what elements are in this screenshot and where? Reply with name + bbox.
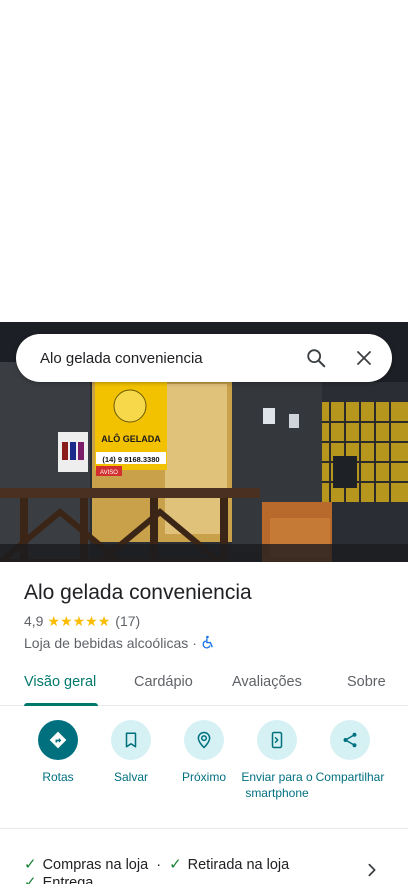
sign-title: ALÔ GELADA: [101, 433, 161, 444]
star-icon: ★: [47, 613, 61, 629]
star-icon: ★: [85, 613, 98, 629]
divider: [0, 828, 408, 829]
check-icon: ✓: [24, 856, 37, 873]
share-icon: [330, 720, 370, 760]
service-options[interactable]: ✓ Compras na loja · ✓ Retirada na loja ✓ En…: [24, 856, 364, 884]
review-count: (17): [115, 613, 141, 629]
search-input[interactable]: Alo gelada conveniencia: [40, 350, 280, 367]
star-icon: ★: [97, 613, 111, 629]
wheelchair-icon: [201, 635, 215, 652]
directions-label: Rotas: [42, 770, 74, 784]
tab-reviews[interactable]: Avaliações: [232, 674, 302, 690]
separator: ·: [192, 635, 197, 651]
action-row: Rotas Salvar Próximo Enviar para o smart…: [0, 720, 408, 820]
share-label: Compartilhar: [315, 770, 385, 784]
star-icon: ★: [72, 613, 86, 629]
send-to-phone-button[interactable]: Enviar para o smartphone: [237, 720, 317, 801]
category-row: Loja de bebidas alcoólicas ·: [24, 634, 394, 652]
tab-menu[interactable]: Cardápio: [134, 674, 193, 690]
nearby-label: Próximo: [181, 770, 226, 784]
save-button[interactable]: Salvar: [91, 720, 171, 785]
service-label: Entrega: [42, 875, 94, 884]
save-label: Salvar: [113, 770, 148, 784]
separator: ·: [156, 857, 162, 873]
service-pickup: ✓ Retirada na loja: [169, 856, 289, 874]
service-label: Compras na loja: [42, 857, 149, 873]
close-icon[interactable]: [352, 346, 376, 370]
chevron-right-icon[interactable]: [364, 862, 380, 878]
tab-overview[interactable]: Visão geral: [24, 674, 96, 690]
nearby-icon: [184, 720, 224, 760]
share-button[interactable]: Compartilhar: [310, 720, 390, 785]
send-to-phone-label: Enviar para o smartphone: [241, 770, 313, 800]
bookmark-icon: [111, 720, 151, 760]
active-tab-indicator: [24, 703, 98, 706]
check-icon: ✓: [24, 874, 37, 884]
check-icon: ✓: [169, 856, 182, 873]
rating-row[interactable]: 4,9 ★ ★ ★ ★ ★ (17): [24, 612, 394, 630]
tab-about[interactable]: Sobre: [347, 674, 386, 690]
sign-notice: AVISO: [100, 470, 118, 476]
search-bar[interactable]: Alo gelada conveniencia: [16, 334, 392, 382]
rating-stars: ★ ★ ★ ★ ★: [47, 614, 110, 628]
service-delivery: ✓ Entrega: [24, 874, 93, 884]
service-in-store: ✓ Compras na loja: [24, 856, 148, 874]
star-icon: ★: [60, 613, 73, 629]
place-sheet: ALÔ GELADA (14) 9 8168.3380 AVISO Alo ge…: [0, 0, 408, 884]
tab-bar: Visão geral Cardápio Avaliações Sobre: [0, 666, 408, 706]
place-info: Alo gelada conveniencia 4,9 ★ ★ ★ ★ ★ (1…: [24, 580, 394, 652]
directions-icon: [38, 720, 78, 760]
search-icon[interactable]: [304, 346, 328, 370]
place-title: Alo gelada conveniencia: [24, 581, 252, 604]
send-to-phone-icon: [257, 720, 297, 760]
place-category: Loja de bebidas alcoólicas: [24, 635, 189, 651]
sign-phone: (14) 9 8168.3380: [102, 455, 159, 464]
service-label: Retirada na loja: [187, 857, 290, 873]
nearby-button[interactable]: Próximo: [164, 720, 244, 785]
directions-button[interactable]: Rotas: [18, 720, 98, 785]
rating-value: 4,9: [24, 613, 44, 629]
